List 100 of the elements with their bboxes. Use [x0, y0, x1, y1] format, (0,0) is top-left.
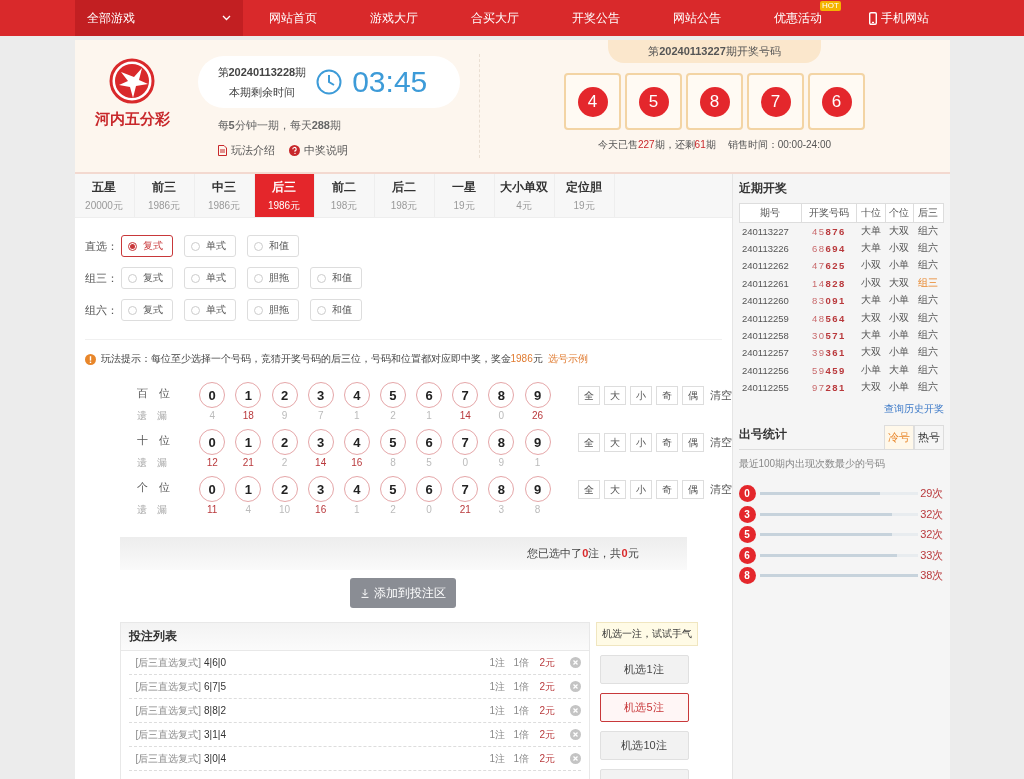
nav-link[interactable]: 合买大厅	[471, 9, 519, 27]
column-header: 开奖号码	[801, 203, 856, 223]
number-ball[interactable]: 0	[199, 429, 226, 455]
quick-select-button[interactable]: 小	[629, 480, 652, 499]
number-ball[interactable]: 6	[416, 429, 443, 455]
quick-select-button[interactable]: 小	[629, 433, 652, 452]
nav-link[interactable]: 网站公告	[673, 9, 721, 27]
play-option[interactable]: 胆拖	[246, 267, 299, 289]
number-ball[interactable]: 5	[379, 429, 406, 455]
number-ball[interactable]: 3	[307, 429, 334, 455]
delete-icon[interactable]	[569, 729, 581, 740]
help-icon	[288, 145, 300, 156]
play-option[interactable]: 单式	[183, 235, 236, 257]
mobile-site-link[interactable]: 手机网站	[881, 9, 929, 27]
quick-select-button[interactable]: 奇	[655, 386, 678, 405]
play-tab[interactable]: 一星 19元	[434, 174, 495, 217]
number-ball[interactable]: 3	[307, 382, 334, 408]
stats-tab[interactable]: 热号	[913, 425, 944, 450]
delete-icon[interactable]	[569, 753, 581, 764]
quick-select-button[interactable]: 全	[577, 480, 600, 499]
play-option[interactable]: 和值	[246, 235, 299, 257]
number-ball[interactable]: 4	[343, 429, 370, 455]
quick-select-button[interactable]: 小	[629, 386, 652, 405]
play-option[interactable]: 单式	[183, 267, 236, 289]
number-ball[interactable]: 0	[199, 382, 226, 408]
clear-link[interactable]: 清空	[707, 480, 732, 497]
play-tab[interactable]: 前三 1986元	[134, 174, 195, 217]
play-option[interactable]: 和值	[309, 267, 362, 289]
info-link[interactable]: 中奖说明	[303, 143, 348, 158]
play-option[interactable]: 胆拖	[246, 299, 299, 321]
number-ball[interactable]: 3	[307, 476, 334, 502]
number-ball: 6	[738, 546, 756, 564]
quick-select-button[interactable]: 大	[603, 433, 626, 452]
nav-link[interactable]: 游戏大厅	[370, 9, 418, 27]
quick-select-button[interactable]: 偶	[681, 433, 704, 452]
number-ball[interactable]: 2	[271, 429, 298, 455]
number-ball[interactable]: 5	[379, 476, 406, 502]
bet-numbers: 8|8|2	[204, 705, 226, 716]
random-pick-button[interactable]: 机选10注	[599, 731, 689, 760]
quick-select-button[interactable]: 全	[577, 433, 600, 452]
number-ball[interactable]: 7	[452, 429, 479, 455]
delete-icon[interactable]	[569, 681, 581, 692]
nav-link[interactable]: 优惠活动	[774, 9, 822, 27]
number-ball[interactable]: 1	[235, 476, 262, 502]
delete-icon[interactable]	[569, 705, 581, 716]
number-ball[interactable]: 1	[235, 429, 262, 455]
column-header: 后三	[914, 203, 943, 223]
number-ball[interactable]: 6	[416, 382, 443, 408]
nav-link[interactable]: 开奖公告	[572, 9, 620, 27]
quick-select-button[interactable]: 全	[577, 386, 600, 405]
play-tab[interactable]: 后二 198元	[374, 174, 435, 217]
delete-icon[interactable]	[569, 657, 581, 668]
bet-play-type: [后三直选复式]	[135, 679, 202, 694]
occurrence-count: 33次	[919, 547, 944, 563]
play-tab[interactable]: 后三 1986元	[254, 174, 315, 217]
play-option[interactable]: 复式	[120, 299, 173, 321]
number-ball[interactable]: 8	[488, 382, 515, 408]
omission-label: 遗漏	[136, 503, 178, 517]
random-pick-button[interactable]: 机选5注	[599, 693, 689, 722]
number-ball[interactable]: 6	[416, 476, 443, 502]
play-option[interactable]: 单式	[183, 299, 236, 321]
all-games-dropdown[interactable]: 全部游戏	[74, 0, 243, 36]
number-ball[interactable]: 8	[488, 429, 515, 455]
play-option[interactable]: 复式	[120, 267, 173, 289]
bet-multiple: 1倍	[513, 679, 531, 694]
number-ball[interactable]: 0	[199, 476, 226, 502]
number-ball[interactable]: 9	[524, 429, 551, 455]
number-ball[interactable]: 2	[271, 382, 298, 408]
table-cell-text: 小单	[888, 328, 911, 343]
number-ball[interactable]: 7	[452, 382, 479, 408]
play-tab[interactable]: 前二 198元	[314, 174, 375, 217]
number-ball[interactable]: 4	[343, 476, 370, 502]
history-link[interactable]: 查询历史开奖	[738, 396, 944, 425]
info-link[interactable]: 玩法介绍	[230, 143, 275, 158]
bet-play-type: [后三直选复式]	[135, 703, 202, 718]
number-ball[interactable]: 9	[524, 476, 551, 502]
number-ball[interactable]: 2	[271, 476, 298, 502]
omission-count: 0	[462, 457, 468, 468]
quick-select-button[interactable]: 大	[603, 480, 626, 499]
quick-select-button[interactable]: 大	[603, 386, 626, 405]
quick-select-button[interactable]: 偶	[681, 480, 704, 499]
number-ball[interactable]: 9	[524, 382, 551, 408]
nav-link[interactable]: 网站首页	[269, 9, 317, 27]
play-tab[interactable]: 大小单双 4元	[494, 174, 555, 217]
play-option[interactable]: 复式	[120, 235, 173, 257]
number-ball[interactable]: 1	[235, 382, 262, 408]
play-tab[interactable]: 五星 20000元	[74, 174, 135, 217]
clear-link[interactable]: 清空	[707, 433, 732, 450]
number-ball[interactable]: 8	[488, 476, 515, 502]
number-ball[interactable]: 7	[452, 476, 479, 502]
quick-select-button[interactable]: 偶	[681, 386, 704, 405]
quick-select-button[interactable]: 奇	[655, 480, 678, 499]
random-pick-button[interactable]: 机选1注	[599, 655, 689, 684]
number-ball[interactable]: 4	[343, 382, 370, 408]
clear-link[interactable]: 清空	[707, 386, 732, 403]
play-tab[interactable]: 中三 1986元	[194, 174, 255, 217]
quick-select-button[interactable]: 奇	[655, 433, 678, 452]
play-option[interactable]: 和值	[309, 299, 362, 321]
play-tab[interactable]: 定位胆 19元	[554, 174, 615, 217]
number-ball[interactable]: 5	[379, 382, 406, 408]
